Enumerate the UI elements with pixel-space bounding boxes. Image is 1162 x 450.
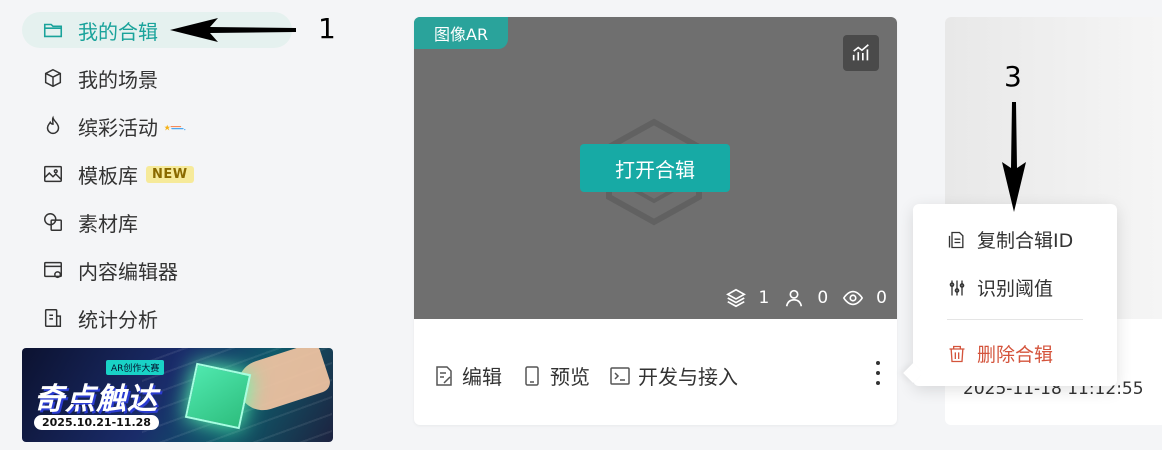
flame-icon	[42, 115, 64, 137]
card-context-menu: 复制合辑ID 识别阈值 删除合辑	[913, 204, 1117, 386]
terminal-icon	[610, 366, 630, 385]
edit-button[interactable]: 编辑	[434, 361, 502, 390]
card-thumbnail: 图像AR 打开合辑 1 0 0	[414, 17, 897, 319]
copy-doc-icon	[948, 231, 964, 248]
edit-doc-icon	[436, 365, 452, 386]
dot	[876, 371, 880, 375]
stats-button[interactable]	[843, 35, 879, 71]
users-metric: 0	[783, 287, 828, 309]
menu-divider	[947, 319, 1083, 320]
annotation-arrow-1	[170, 18, 296, 42]
event-banner[interactable]: AR创作大赛 奇点触达 2025.10.21-11.28	[22, 348, 333, 442]
recognition-threshold-item[interactable]: 识别阈值	[947, 274, 1053, 301]
sidebar-item-templates[interactable]: 模板库 NEW	[22, 156, 292, 192]
sidebar-item-content-editor[interactable]: 内容编辑器	[22, 252, 292, 288]
sidebar-item-label: 内容编辑器	[78, 259, 178, 284]
shapes-icon	[42, 211, 64, 233]
report-icon	[42, 307, 64, 329]
views-metric: 0	[842, 287, 887, 309]
dot	[876, 361, 880, 365]
sidebar-item-activities[interactable]: 缤彩活动	[22, 108, 292, 144]
phone-icon	[525, 365, 539, 386]
browser-gear-icon	[42, 259, 64, 281]
layers-metric: 1	[725, 287, 769, 309]
more-options-button[interactable]	[872, 361, 884, 385]
banner-tagline: AR创作大赛	[106, 360, 165, 375]
develop-integrate-button[interactable]: 开发与接入	[610, 361, 738, 390]
sidebar-item-label: 我的合辑	[78, 19, 158, 44]
sliders-icon	[949, 280, 965, 295]
preview-button[interactable]: 预览	[522, 361, 590, 390]
chart-trend-icon	[852, 44, 869, 61]
sidebar: 我的合辑 我的场景 缤彩活动 模板库 NEW 素材库 内容编辑器 统计分析 AR…	[0, 0, 345, 450]
cube-icon	[42, 67, 64, 89]
sidebar-item-label: 模板库	[78, 163, 138, 188]
trash-icon	[949, 345, 965, 362]
annotation-arrow-3	[1002, 102, 1026, 212]
sidebar-item-label: 缤彩活动	[78, 115, 158, 140]
sidebar-item-my-scenes[interactable]: 我的场景	[22, 60, 292, 96]
card-actions: 编辑 预览 开发与接入	[414, 319, 897, 425]
sidebar-item-label: 统计分析	[78, 307, 158, 332]
card-metrics: 1 0 0	[711, 287, 887, 309]
banner-date: 2025.10.21-11.28	[34, 415, 159, 430]
dot	[876, 381, 880, 385]
eye-icon	[843, 290, 864, 306]
banner-title: 奇点触达	[34, 382, 158, 417]
delete-collection-item[interactable]: 删除合辑	[947, 340, 1053, 367]
image-icon	[42, 163, 64, 185]
sidebar-item-assets[interactable]: 素材库	[22, 204, 292, 240]
annotation-number-1: 1	[318, 12, 336, 45]
sidebar-item-label: 素材库	[78, 211, 138, 236]
copy-collection-id-item[interactable]: 复制合辑ID	[947, 226, 1073, 253]
collection-card: 图像AR 打开合辑 1 0 0 编辑 预览 开发与接入	[414, 17, 897, 425]
folder-icon	[42, 19, 64, 41]
type-tag: 图像AR	[414, 17, 509, 49]
banner-cube-illustration	[184, 362, 252, 430]
sidebar-item-label: 我的场景	[78, 67, 158, 92]
sparkle-badge-icon	[164, 117, 218, 135]
new-badge: NEW	[146, 165, 194, 183]
sidebar-item-analytics[interactable]: 统计分析	[22, 300, 292, 336]
layers-icon	[725, 288, 746, 308]
user-icon	[786, 289, 803, 307]
annotation-number-3: 3	[1004, 60, 1022, 93]
open-collection-button[interactable]: 打开合辑	[580, 144, 730, 192]
